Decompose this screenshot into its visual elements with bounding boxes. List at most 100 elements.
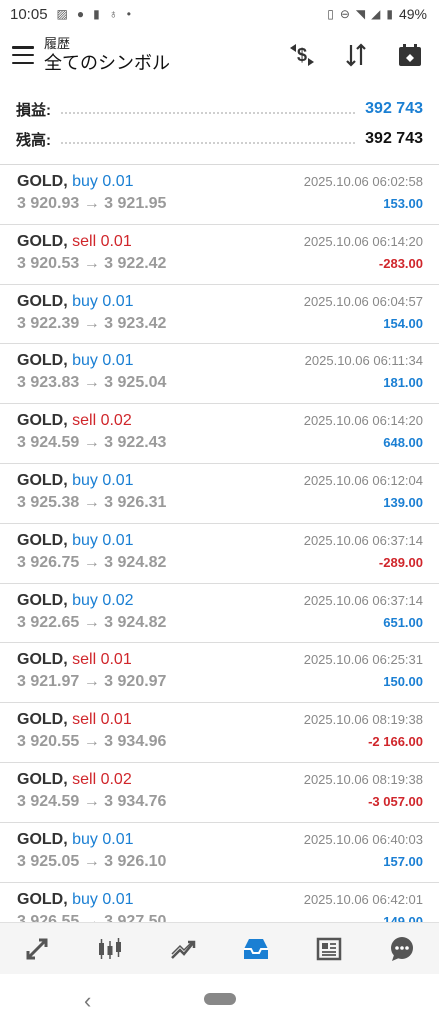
nav-chart[interactable] — [88, 927, 132, 971]
title-block[interactable]: 履歴 全てのシンボル — [44, 36, 285, 74]
trade-symbol: GOLD, — [17, 352, 68, 370]
trade-datetime: 2025.10.06 06:02:58 — [303, 174, 423, 189]
trade-symbol: GOLD, — [17, 711, 68, 729]
trade-row[interactable]: GOLD, sell 0.01 2025.10.06 06:14:20 3 920.… — [0, 225, 439, 285]
trade-row[interactable]: GOLD, buy 0.01 2025.10.06 06:12:04 3 925.3… — [0, 464, 439, 524]
trade-row[interactable]: GOLD, sell 0.02 2025.10.06 08:19:38 3 924.… — [0, 763, 439, 823]
system-nav: ‹ — [0, 974, 439, 1024]
trade-profit: 139.00 — [383, 494, 423, 510]
trade-profit: 651.00 — [383, 614, 423, 630]
trade-prices: 3 920.55 → 3 934.96 — [17, 733, 167, 751]
summary: 損益: 392 743 残高: 392 743 — [0, 82, 439, 160]
nav-quotes[interactable] — [15, 927, 59, 971]
trade-datetime: 2025.10.06 06:40:03 — [303, 831, 423, 847]
trade-row[interactable]: GOLD, sell 0.02 2025.10.06 06:14:20 3 924.… — [0, 404, 439, 464]
balance-label: 残高: — [16, 131, 51, 149]
status-time: 10:05 — [10, 5, 48, 23]
profit-value: 392 743 — [365, 100, 423, 117]
trade-datetime: 2025.10.06 06:37:14 — [303, 592, 423, 608]
trade-datetime: 2025.10.06 06:42:01 — [303, 891, 423, 907]
trade-symbol: GOLD, — [17, 292, 68, 310]
deposit-button[interactable]: $ — [285, 38, 319, 72]
trade-datetime: 2025.10.06 06:14:20 — [303, 233, 423, 249]
trade-row[interactable]: GOLD, buy 0.01 2025.10.06 06:04:57 3 922.3… — [0, 285, 439, 345]
trade-datetime: 2025.10.06 06:14:20 — [303, 413, 423, 429]
trade-profit: 154.00 — [383, 315, 423, 331]
trade-row[interactable]: GOLD, buy 0.01 2025.10.06 06:02:58 3 920.9… — [0, 165, 439, 225]
trade-side: buy 0.01 — [72, 292, 134, 310]
trade-row[interactable]: GOLD, buy 0.02 2025.10.06 06:37:14 3 922.6… — [0, 584, 439, 644]
trade-datetime: 2025.10.06 06:25:31 — [303, 652, 423, 668]
nav-history[interactable] — [234, 927, 278, 971]
trade-prices: 3 920.93 → 3 921.95 — [17, 195, 167, 212]
trade-side: buy 0.01 — [72, 890, 134, 908]
battery-percent: 49% — [398, 6, 427, 22]
trade-row[interactable]: GOLD, sell 0.01 2025.10.06 08:19:38 3 920.… — [0, 703, 439, 763]
trade-side: sell 0.02 — [72, 770, 132, 788]
trade-side: buy 0.01 — [72, 173, 134, 190]
trade-row[interactable]: GOLD, sell 0.01 2025.10.06 06:25:31 3 921.… — [0, 643, 439, 704]
nav-chat[interactable] — [380, 927, 424, 971]
trade-profit: 648.00 — [383, 435, 423, 451]
trade-prices: 3 925.05 → 3 926.10 — [17, 852, 167, 870]
page-title: 全てのシンボル — [44, 53, 170, 73]
chat-icon — [391, 936, 414, 961]
home-pill[interactable] — [203, 993, 236, 1005]
trade-prices: 3 922.39 → 3 923.42 — [17, 314, 167, 332]
dotted-leader — [61, 104, 356, 114]
vibrate-icon: ▯ — [327, 7, 334, 21]
trade-symbol: GOLD, — [17, 173, 68, 190]
trade-prices: 3 921.97 → 3 920.97 — [17, 673, 167, 691]
trade-prices: 3 922.65 → 3 924.82 — [17, 613, 167, 631]
trade-profit: -2 166.00 — [368, 734, 423, 750]
trade-profit: 150.00 — [383, 674, 423, 690]
nav-trade[interactable] — [161, 927, 205, 971]
trade-side: buy 0.02 — [72, 591, 134, 609]
dot-icon: • — [126, 7, 131, 21]
sort-icon — [346, 43, 366, 67]
trade-profit: -283.00 — [378, 255, 423, 271]
trade-symbol: GOLD, — [17, 531, 68, 549]
trade-row[interactable]: GOLD, buy 0.01 2025.10.06 06:11:34 3 923.8… — [0, 344, 439, 405]
trade-symbol: GOLD, — [17, 830, 68, 848]
chart-icon — [98, 937, 121, 959]
menu-icon[interactable] — [12, 46, 34, 64]
trade-side: sell 0.01 — [72, 711, 132, 729]
trade-datetime: 2025.10.06 06:11:34 — [304, 353, 423, 369]
trade-icon — [171, 940, 196, 959]
trade-side: buy 0.01 — [72, 471, 134, 489]
trade-profit: -289.00 — [378, 554, 423, 570]
sort-button[interactable] — [339, 38, 373, 72]
trade-row[interactable]: GOLD, buy 0.01 2025.10.06 06:40:03 3 925.0… — [0, 823, 439, 883]
image-icon: ▨ — [56, 7, 68, 21]
trade-symbol: GOLD, — [17, 890, 68, 908]
trade-list[interactable]: GOLD, buy 0.01 2025.10.06 06:02:58 3 920.9… — [0, 165, 439, 922]
trade-prices: 3 926.55 → 3 927.50 — [17, 912, 167, 922]
trade-symbol: GOLD, — [17, 471, 68, 489]
trade-symbol: GOLD, — [17, 651, 68, 669]
wifi-icon: ◥ — [355, 7, 366, 21]
trade-side: buy 0.01 — [72, 830, 134, 848]
trade-profit: 181.00 — [383, 375, 423, 391]
trade-profit: -3 057.00 — [368, 793, 423, 809]
profit-label: 損益: — [16, 101, 51, 119]
signal-icon: ◢ — [371, 7, 381, 21]
trade-datetime: 2025.10.06 08:19:38 — [303, 712, 423, 728]
trade-row[interactable]: GOLD, buy 0.01 2025.10.06 06:42:01 3 926.5… — [0, 883, 439, 922]
trade-profit: 153.00 — [383, 196, 423, 211]
trade-row[interactable]: GOLD, buy 0.01 2025.10.06 06:37:14 3 926.7… — [0, 524, 439, 584]
trade-symbol: GOLD, — [17, 591, 68, 609]
trade-prices: 3 924.59 → 3 922.43 — [17, 434, 167, 452]
status-bar: 10:05 ▨ ● ▮ ♁ • ▯ ⊖ ◥ ◢ ▮ 49% — [0, 0, 439, 28]
back-icon[interactable]: ‹ — [84, 988, 91, 1014]
trade-datetime: 2025.10.06 06:04:57 — [303, 293, 423, 309]
trade-datetime: 2025.10.06 06:12:04 — [303, 472, 423, 488]
trade-prices: 3 926.75 → 3 924.82 — [17, 553, 167, 571]
trade-prices: 3 924.59 → 3 934.76 — [17, 792, 167, 810]
trade-prices: 3 923.83 → 3 925.04 — [17, 374, 167, 392]
nav-news[interactable] — [307, 927, 351, 971]
trade-prices: 3 920.53 → 3 922.42 — [17, 254, 167, 272]
calendar-button[interactable] — [393, 38, 427, 72]
calendar-icon — [399, 44, 421, 66]
trade-profit: 149.00 — [383, 913, 423, 922]
